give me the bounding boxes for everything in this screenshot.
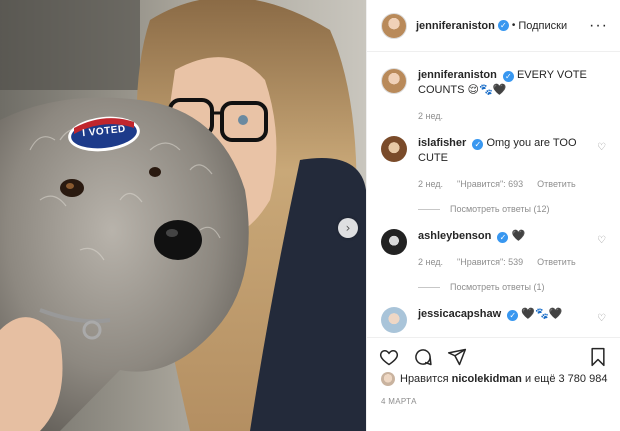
share-icon[interactable] xyxy=(447,347,467,367)
reply-button[interactable]: Ответить xyxy=(537,257,575,267)
caption-username[interactable]: jenniferaniston xyxy=(418,69,497,81)
post-side-panel: jenniferaniston ✓ • Подписки ··· jennife… xyxy=(366,0,620,431)
verified-badge-icon: ✓ xyxy=(472,139,484,150)
likes-summary[interactable]: Нравится nicolekidman и ещё 3 780 984 xyxy=(381,372,610,386)
likes-prefix: Нравится xyxy=(400,373,449,385)
like-comment-heart-icon[interactable]: ♡ xyxy=(597,142,606,153)
verified-badge-icon: ✓ xyxy=(502,71,514,82)
comment-time[interactable]: 2 нед. xyxy=(418,257,443,267)
replies-divider-line xyxy=(418,286,440,288)
more-options-icon[interactable]: ··· xyxy=(589,17,608,35)
like-comment-heart-icon[interactable]: ♡ xyxy=(597,313,606,324)
following-button[interactable]: Подписки xyxy=(518,20,567,32)
comment-likes[interactable]: "Нравится": 693 xyxy=(457,179,523,189)
next-photo-button[interactable]: › xyxy=(338,218,358,238)
verified-badge-icon: ✓ xyxy=(497,232,509,243)
caption-time[interactable]: 2 нед. xyxy=(418,111,443,121)
commenter-avatar[interactable] xyxy=(381,229,407,255)
commenter-avatar[interactable] xyxy=(381,307,407,333)
comment-username[interactable]: jessicacapshaw xyxy=(418,308,501,320)
caption-avatar[interactable] xyxy=(381,68,407,94)
chevron-right-icon: › xyxy=(345,221,351,235)
reply-button[interactable]: Ответить xyxy=(537,179,575,189)
author-username[interactable]: jenniferaniston xyxy=(416,20,495,32)
view-replies-label: Посмотреть ответы (1) xyxy=(450,282,545,292)
separator-dot: • xyxy=(511,20,516,31)
view-replies-button[interactable]: Посмотреть ответы (12) xyxy=(418,204,608,214)
post-photo-illustration xyxy=(0,0,366,431)
comment-item: islafisher ✓ Omg you are TOO CUTE 2 нед.… xyxy=(381,136,608,189)
comment-username[interactable]: ashleybenson xyxy=(418,230,491,242)
commenter-avatar[interactable] xyxy=(381,136,407,162)
view-replies-label: Посмотреть ответы (12) xyxy=(450,204,550,214)
comments-list[interactable]: jenniferaniston ✓ EVERY VOTE COUNTS 😌🐾🖤 … xyxy=(367,53,620,336)
comment-item: ashleybenson ✓ 🖤 2 нед. "Нравится": 539 … xyxy=(381,229,608,267)
verified-badge-icon: ✓ xyxy=(507,310,519,321)
likes-count[interactable]: и ещё 3 780 984 xyxy=(525,373,607,385)
heart-icon[interactable] xyxy=(379,347,399,367)
bookmark-icon[interactable] xyxy=(588,347,608,367)
liker-username[interactable]: nicolekidman xyxy=(452,373,522,385)
post-date[interactable]: 4 МАРТА xyxy=(381,397,417,406)
like-comment-heart-icon[interactable]: ♡ xyxy=(597,235,606,246)
liker-avatar[interactable] xyxy=(381,372,395,386)
comment-username[interactable]: islafisher xyxy=(418,137,466,149)
author-avatar[interactable] xyxy=(381,12,407,39)
post-header: jenniferaniston ✓ • Подписки ··· xyxy=(367,0,620,52)
comment-icon[interactable] xyxy=(413,347,433,367)
comment-text: 🖤🐾🖤 xyxy=(521,308,563,320)
view-replies-button[interactable]: Посмотреть ответы (1) xyxy=(418,282,608,292)
instagram-post-modal: I VOTED › jenniferaniston ✓ • Подписки ·… xyxy=(0,0,620,431)
post-photo[interactable]: I VOTED › xyxy=(0,0,366,431)
post-actions-bar xyxy=(367,337,620,375)
comment-time[interactable]: 2 нед. xyxy=(418,179,443,189)
comment-likes[interactable]: "Нравится": 539 xyxy=(457,257,523,267)
comment-text: 🖤 xyxy=(511,230,526,242)
caption: jenniferaniston ✓ EVERY VOTE COUNTS 😌🐾🖤 … xyxy=(381,68,608,121)
replies-divider-line xyxy=(418,208,440,210)
verified-badge-icon: ✓ xyxy=(497,20,509,31)
comment-item: jessicacapshaw ✓ 🖤🐾🖤 ♡ xyxy=(381,307,608,333)
